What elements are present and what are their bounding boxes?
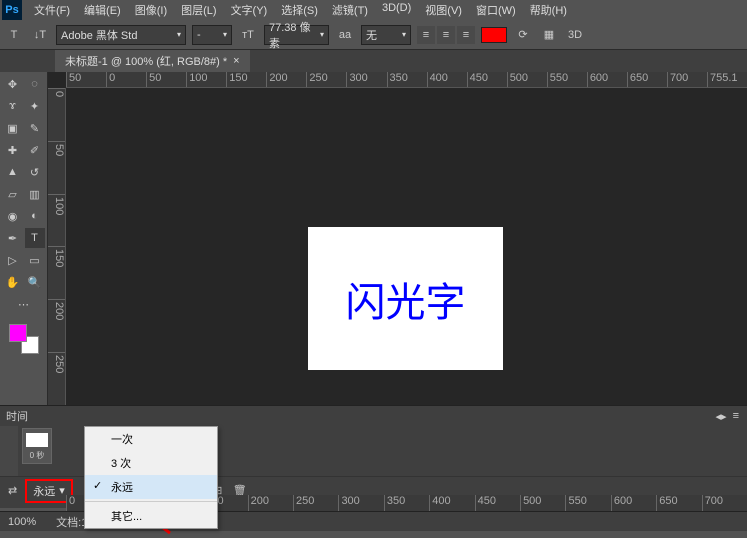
history-brush-tool[interactable]: ↺ bbox=[25, 162, 45, 182]
timeline-title: 时间 bbox=[6, 408, 28, 424]
ruler-horizontal: 5005010015020025030035040045050055060065… bbox=[66, 72, 747, 88]
frame-thumb-preview bbox=[26, 433, 48, 447]
text-color-swatch[interactable] bbox=[481, 27, 507, 43]
loop-once[interactable]: 一次 bbox=[85, 427, 217, 451]
chevron-down-icon: ▾ bbox=[223, 30, 227, 39]
font-style-dropdown[interactable]: -▾ bbox=[192, 25, 232, 45]
shape-tool[interactable]: ▭ bbox=[25, 250, 45, 270]
char-panel-icon[interactable]: ▦ bbox=[539, 25, 559, 45]
menu-file[interactable]: 文件(F) bbox=[28, 0, 76, 20]
menubar: Ps 文件(F) 编辑(E) 图像(I) 图层(L) 文字(Y) 选择(S) 滤… bbox=[0, 0, 747, 20]
timeline-panel: 时间 ◂▸ ≡ 0 秒 一次 3 次 永远 其它... ⇄ 永远 ▾ |◂ ◂| bbox=[0, 405, 747, 508]
menu-view[interactable]: 视图(V) bbox=[419, 0, 468, 20]
menu-3d[interactable]: 3D(D) bbox=[376, 0, 417, 20]
move-tool[interactable]: ✥ bbox=[3, 74, 23, 94]
menu-type[interactable]: 文字(Y) bbox=[225, 0, 274, 20]
timeline-convert-icon[interactable]: ⇄ bbox=[8, 484, 17, 497]
dodge-tool[interactable]: ◐ bbox=[25, 206, 45, 226]
loop-forever[interactable]: 永远 bbox=[85, 475, 217, 499]
chevron-down-icon: ▾ bbox=[402, 30, 406, 39]
menu-window[interactable]: 窗口(W) bbox=[470, 0, 522, 20]
chevron-down-icon: ▾ bbox=[320, 30, 324, 39]
main-area: ✥◌ ɤ✦ ▣✎ ✚✐ ▲↺ ▱▥ ◉◐ ✒T ▷▭ ✋🔍 ⋯ 50050100… bbox=[0, 72, 747, 405]
lasso-tool[interactable]: ɤ bbox=[3, 96, 23, 116]
orientation-icon[interactable]: ↓T bbox=[30, 25, 50, 45]
pen-tool[interactable]: ✒ bbox=[3, 228, 23, 248]
gradient-tool[interactable]: ▥ bbox=[25, 184, 45, 204]
path-select-tool[interactable]: ▷ bbox=[3, 250, 23, 270]
aa-icon: aa bbox=[335, 25, 355, 45]
document-tabbar: 未标题-1 @ 100% (红, RGB/8#) * × bbox=[0, 50, 747, 72]
canvas-text: 闪光字 bbox=[346, 270, 466, 328]
canvas[interactable]: 闪光字 bbox=[308, 227, 503, 370]
warp-text-icon[interactable]: ⟳ bbox=[513, 25, 533, 45]
menu-filter[interactable]: 滤镜(T) bbox=[326, 0, 374, 20]
timeline-body: 0 秒 一次 3 次 永远 其它... bbox=[0, 426, 747, 476]
canvas-area: 5005010015020025030035040045050055060065… bbox=[48, 72, 747, 405]
chevron-down-icon: ▾ bbox=[59, 484, 65, 497]
eyedropper-tool[interactable]: ✎ bbox=[25, 118, 45, 138]
frame-delay[interactable]: 0 秒 bbox=[23, 450, 51, 461]
menu-layer[interactable]: 图层(L) bbox=[175, 0, 222, 20]
menu-select[interactable]: 选择(S) bbox=[275, 0, 324, 20]
menu-edit[interactable]: 编辑(E) bbox=[78, 0, 127, 20]
loop-3-times[interactable]: 3 次 bbox=[85, 451, 217, 475]
eraser-tool[interactable]: ▱ bbox=[3, 184, 23, 204]
font-size-dropdown[interactable]: 77.38 像素▾ bbox=[264, 25, 329, 45]
menu-help[interactable]: 帮助(H) bbox=[524, 0, 573, 20]
wand-tool[interactable]: ✦ bbox=[25, 96, 45, 116]
align-center-icon[interactable]: ≡ bbox=[437, 26, 455, 44]
zoom-level[interactable]: 100% bbox=[8, 516, 36, 528]
antialias-dropdown[interactable]: 无▾ bbox=[361, 25, 411, 45]
align-group: ≡ ≡ ≡ bbox=[417, 26, 475, 44]
foreground-color[interactable] bbox=[9, 324, 27, 342]
align-right-icon[interactable]: ≡ bbox=[457, 26, 475, 44]
color-picker[interactable] bbox=[9, 324, 39, 354]
crop-tool[interactable]: ▣ bbox=[3, 118, 23, 138]
size-icon: тT bbox=[238, 25, 258, 45]
options-bar: T ↓T Adobe 黑体 Std▾ -▾ тT 77.38 像素▾ aa 无▾… bbox=[0, 20, 747, 50]
close-icon[interactable]: × bbox=[233, 55, 239, 67]
toolbox: ✥◌ ɤ✦ ▣✎ ✚✐ ▲↺ ▱▥ ◉◐ ✒T ▷▭ ✋🔍 ⋯ bbox=[0, 72, 48, 405]
loop-count-menu: 一次 3 次 永远 其它... bbox=[84, 426, 218, 529]
hand-tool[interactable]: ✋ bbox=[3, 272, 23, 292]
frame-gutter bbox=[0, 426, 18, 476]
frame-thumb[interactable]: 0 秒 bbox=[22, 428, 52, 464]
panel-menu-icon[interactable]: ≡ bbox=[733, 410, 739, 423]
collapse-icon[interactable]: ◂▸ bbox=[716, 410, 727, 423]
type-tool[interactable]: T bbox=[25, 228, 45, 248]
stamp-tool[interactable]: ▲ bbox=[3, 162, 23, 182]
align-left-icon[interactable]: ≡ bbox=[417, 26, 435, 44]
brush-tool[interactable]: ✐ bbox=[25, 140, 45, 160]
document-tab[interactable]: 未标题-1 @ 100% (红, RGB/8#) * × bbox=[55, 50, 250, 72]
type-tool-icon: T bbox=[4, 25, 24, 45]
heal-tool[interactable]: ✚ bbox=[3, 140, 23, 160]
marquee-tool[interactable]: ◌ bbox=[25, 74, 45, 94]
mode-3d-button[interactable]: 3D bbox=[565, 25, 585, 45]
ruler-vertical: 050100150200250 bbox=[48, 88, 66, 405]
edit-toolbar[interactable]: ⋯ bbox=[14, 294, 34, 314]
blur-tool[interactable]: ◉ bbox=[3, 206, 23, 226]
timeline-header: 时间 ◂▸ ≡ bbox=[0, 406, 747, 426]
font-family-dropdown[interactable]: Adobe 黑体 Std▾ bbox=[56, 25, 186, 45]
chevron-down-icon: ▾ bbox=[177, 30, 181, 39]
menu-items: 文件(F) 编辑(E) 图像(I) 图层(L) 文字(Y) 选择(S) 滤镜(T… bbox=[28, 0, 573, 20]
tab-title: 未标题-1 @ 100% (红, RGB/8#) * bbox=[65, 53, 227, 69]
zoom-tool[interactable]: 🔍 bbox=[25, 272, 45, 292]
loop-other[interactable]: 其它... bbox=[85, 504, 217, 528]
menu-image[interactable]: 图像(I) bbox=[129, 0, 173, 20]
ps-logo: Ps bbox=[2, 0, 22, 20]
